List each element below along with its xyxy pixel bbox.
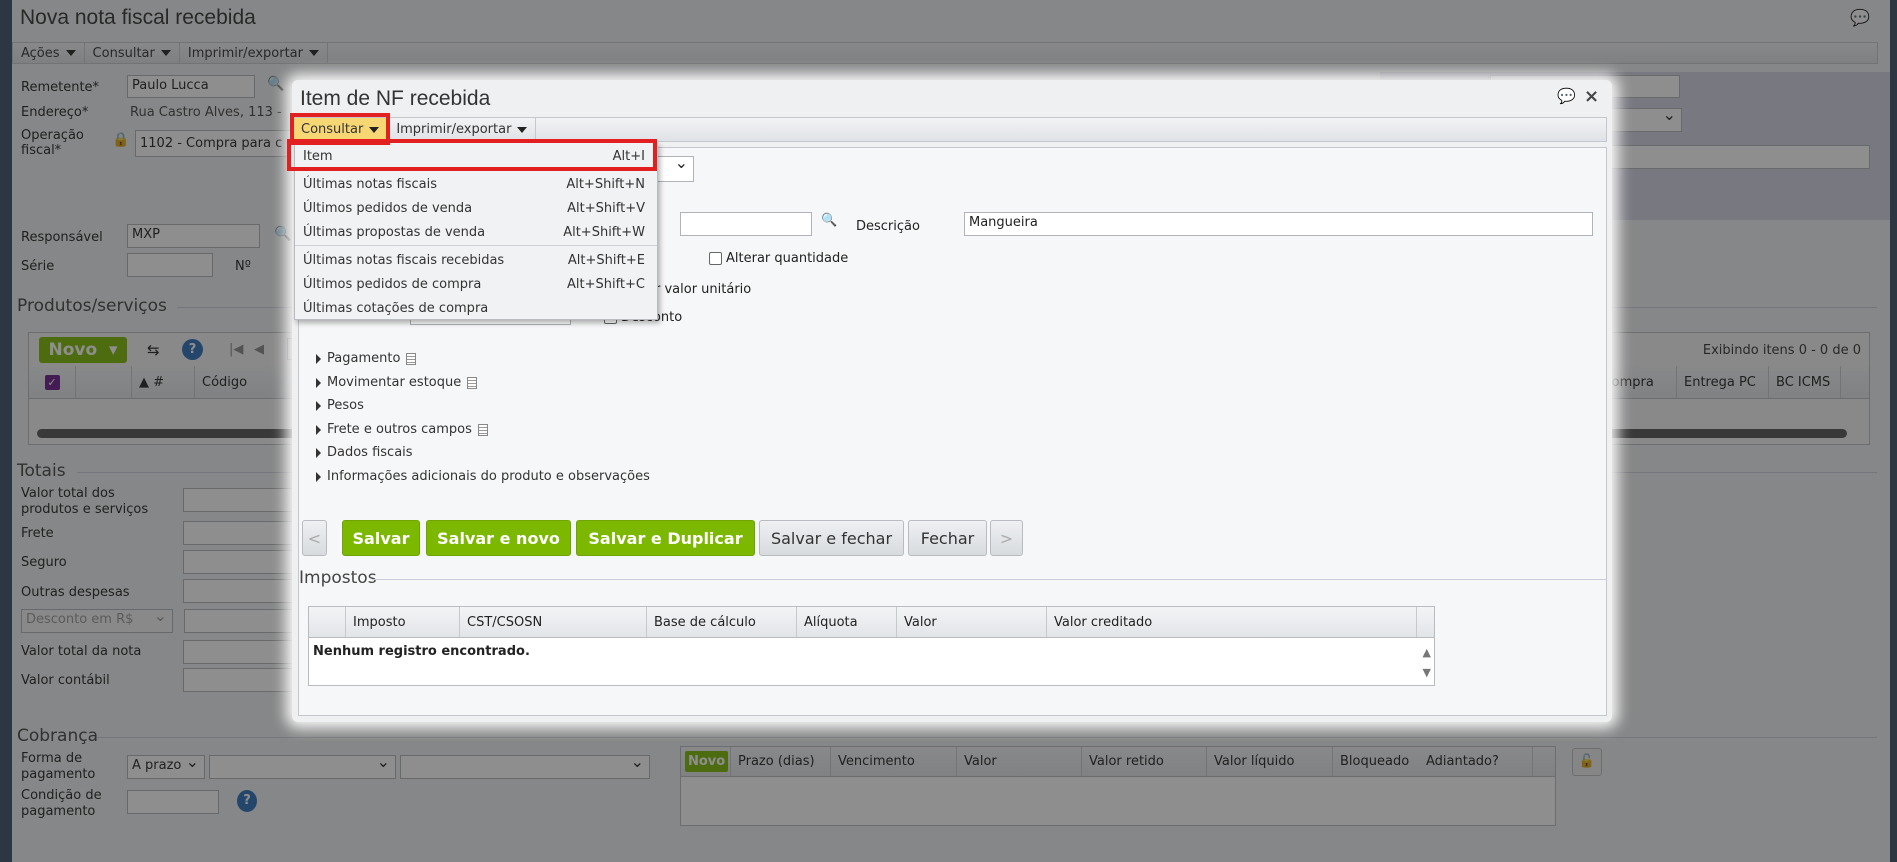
menu-item-shortcut: Alt+Shift+E (567, 252, 645, 268)
comment-icon[interactable]: 💬 (1557, 87, 1576, 105)
section-pesos[interactable]: Pesos (316, 398, 364, 413)
col-valor-creditado[interactable]: Valor creditado (1047, 607, 1417, 637)
section-informacoes-adicionais[interactable]: Informações adicionais do produto e obse… (316, 469, 650, 484)
expand-icon (316, 424, 321, 435)
menu-item-pedidos-venda[interactable]: Últimos pedidos de venda Alt+Shift+V (295, 196, 657, 220)
section-label: Movimentar estoque (327, 375, 462, 390)
salvar-fechar-button[interactable]: Salvar e fechar (759, 520, 904, 556)
caret-down-icon (517, 126, 528, 133)
divider (372, 579, 1607, 580)
menu-item-propostas-venda[interactable]: Últimas propostas de venda Alt+Shift+W (295, 220, 657, 244)
section-label: Pesos (327, 398, 364, 413)
section-label: Pagamento (327, 351, 401, 366)
section-pagamento[interactable]: Pagamento (316, 351, 417, 366)
search-icon[interactable]: 🔍 (821, 213, 837, 228)
menu-item-label: Últimas propostas de venda (303, 224, 486, 240)
menu-separator (295, 245, 657, 246)
menu-label: Imprimir/exportar (396, 122, 512, 137)
col-base[interactable]: Base de cálculo (647, 607, 797, 637)
salvar-duplicar-button[interactable]: Salvar e Duplicar (576, 520, 755, 556)
col-aliquota[interactable]: Alíquota (797, 607, 897, 637)
menu-item-pedidos-compra[interactable]: Últimos pedidos de compra Alt+Shift+C (295, 272, 657, 296)
annotation-highlight-item (287, 139, 657, 171)
menu-item-ultimas-notas[interactable]: Últimas notas fiscais Alt+Shift+N (295, 172, 657, 196)
alterar-quantidade-checkbox[interactable]: Alterar quantidade (709, 251, 848, 266)
previous-button[interactable]: < (302, 520, 327, 556)
menu-item-label: Últimas cotações de compra (303, 300, 489, 316)
modal-title: Item de NF recebida (300, 87, 491, 110)
item-modal: Item de NF recebida 💬 × Consultar Imprim… (287, 80, 1612, 722)
impostos-legend: Impostos (299, 568, 377, 588)
grid-col (309, 607, 346, 637)
expand-icon (316, 353, 321, 364)
menu-item-shortcut: Alt+Shift+C (566, 276, 645, 292)
menu-item-shortcut: Alt+Shift+N (566, 176, 645, 192)
scroll-arrows-icon[interactable]: ▲ ▼ (1423, 643, 1431, 683)
col-cst[interactable]: CST/CSOSN (460, 607, 647, 637)
section-label: Dados fiscais (327, 445, 413, 460)
document-icon (477, 423, 488, 436)
next-button[interactable]: > (990, 520, 1023, 556)
menu-item-shortcut: Alt+Shift+V (567, 200, 645, 216)
section-movimentar-estoque[interactable]: Movimentar estoque (316, 375, 478, 390)
col-imposto[interactable]: Imposto (346, 607, 460, 637)
document-icon (406, 352, 417, 365)
expand-icon (316, 471, 321, 482)
menu-item-cotacoes-compra[interactable]: Últimas cotações de compra (295, 296, 657, 320)
section-frete[interactable]: Frete e outros campos (316, 422, 488, 437)
checkbox-label: Alterar quantidade (726, 251, 849, 266)
grid-header: Imposto CST/CSOSN Base de cálculo Alíquo… (309, 607, 1434, 638)
menu-item-label: Últimas notas fiscais recebidas (303, 252, 505, 268)
menu-imprimir[interactable]: Imprimir/exportar (388, 118, 537, 141)
empty-message: Nenhum registro encontrado. (313, 644, 530, 659)
close-icon[interactable]: × (1584, 86, 1599, 107)
valor-unitario-label: r valor unitário (655, 282, 752, 297)
section-label: Frete e outros campos (327, 422, 472, 437)
col-valor[interactable]: Valor (897, 607, 1047, 637)
checkbox[interactable] (709, 252, 722, 265)
descricao-input[interactable]: Mangueira (964, 212, 1593, 236)
expand-icon (316, 377, 321, 388)
menu-item-label: Últimos pedidos de compra (303, 276, 482, 292)
menu-item-label: Últimos pedidos de venda (303, 200, 473, 216)
document-icon (467, 376, 478, 389)
salvar-novo-button[interactable]: Salvar e novo (426, 520, 571, 556)
salvar-button[interactable]: Salvar (342, 520, 420, 556)
menu-item-shortcut: Alt+Shift+W (563, 224, 645, 240)
section-dados-fiscais[interactable]: Dados fiscais (316, 445, 413, 460)
menu-item-notas-recebidas[interactable]: Últimas notas fiscais recebidas Alt+Shift… (295, 248, 657, 272)
impostos-grid: Imposto CST/CSOSN Base de cálculo Alíquo… (308, 606, 1435, 686)
menu-item-label: Últimas notas fiscais (303, 176, 437, 192)
expand-icon (316, 400, 321, 411)
descricao-label: Descrição (856, 219, 920, 234)
section-label: Informações adicionais do produto e obse… (327, 469, 650, 484)
expand-icon (316, 447, 321, 458)
codigo-input[interactable] (680, 212, 812, 236)
fechar-button[interactable]: Fechar (908, 520, 987, 556)
